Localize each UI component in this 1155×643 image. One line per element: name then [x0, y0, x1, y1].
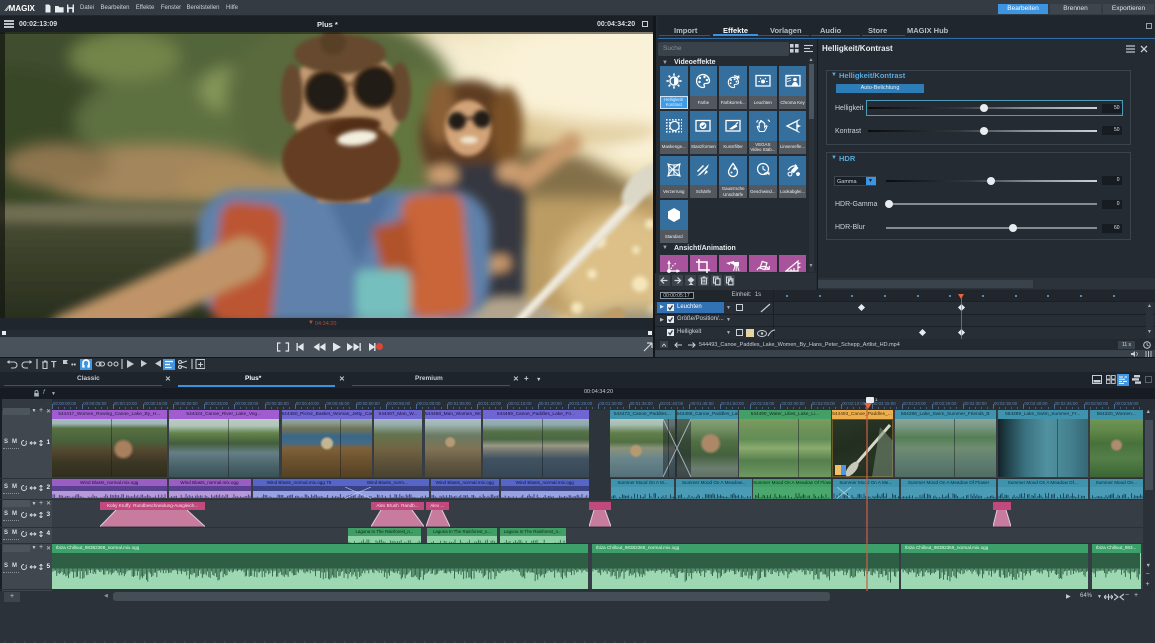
svg-text:T: T: [51, 360, 57, 370]
svg-text:••: ••: [71, 362, 76, 369]
